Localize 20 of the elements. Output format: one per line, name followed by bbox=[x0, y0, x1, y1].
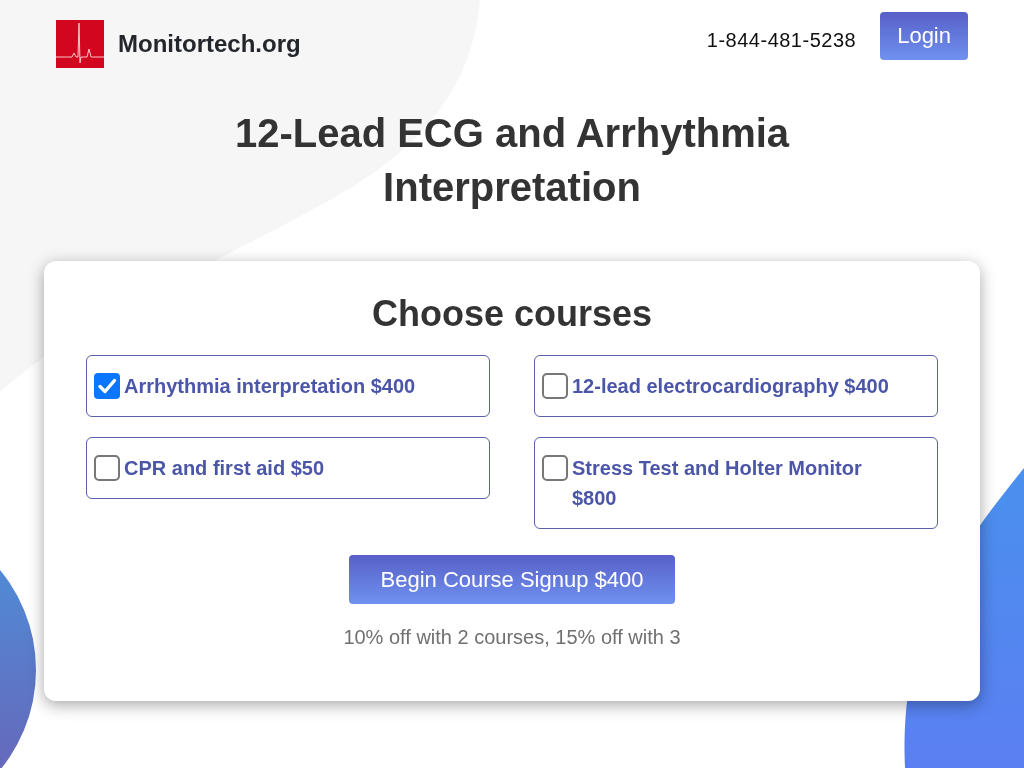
signup-button[interactable]: Begin Course Signup $400 bbox=[348, 555, 676, 604]
site-name[interactable]: Monitortech.org bbox=[118, 30, 301, 58]
course-option[interactable]: Arrhythmia interpretation $400 bbox=[86, 355, 490, 417]
checkbox[interactable] bbox=[542, 455, 568, 481]
page-title: 12-Lead ECG and Arrhythmia Interpretation bbox=[233, 110, 791, 211]
checkbox[interactable] bbox=[94, 455, 120, 481]
course-label: 12-lead electrocardiography $400 bbox=[572, 374, 889, 399]
course-option[interactable]: 12-lead electrocardiography $400 bbox=[534, 355, 938, 417]
course-label: CPR and first aid $50 bbox=[124, 456, 325, 481]
course-option[interactable]: Stress Test and Holter Monitor $800 bbox=[534, 437, 938, 529]
checkbox[interactable] bbox=[542, 373, 568, 399]
checkbox[interactable] bbox=[94, 373, 120, 399]
ecg-logo-icon bbox=[56, 20, 104, 68]
course-option[interactable]: CPR and first aid $50 bbox=[86, 437, 490, 499]
card-heading: Choose courses bbox=[371, 292, 653, 336]
discount-note: 10% off with 2 courses, 15% off with 3 bbox=[343, 625, 681, 649]
course-label: Arrhythmia interpretation $400 bbox=[124, 374, 416, 399]
phone-number[interactable]: 1-844-481-5238 bbox=[706, 28, 857, 52]
course-label: Stress Test and Holter Monitor $800 bbox=[572, 456, 863, 511]
login-button[interactable]: Login bbox=[880, 12, 968, 60]
